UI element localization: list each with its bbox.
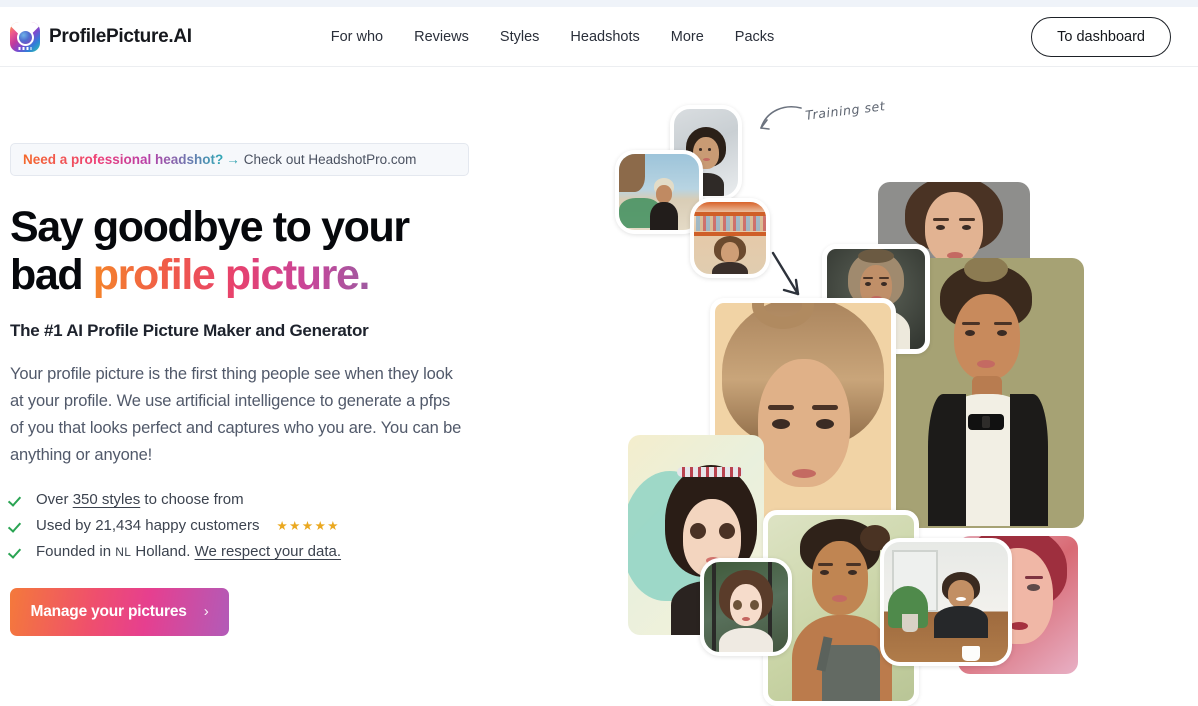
generated-photo-cafe bbox=[880, 538, 1012, 666]
bullet-1-pre: Over bbox=[36, 490, 73, 508]
nav-item-for-who[interactable]: For who bbox=[331, 29, 383, 45]
promo-banner-headline: Need a professional headshot? bbox=[23, 152, 224, 167]
site-header: ProfilePicture.AI For who Reviews Styles… bbox=[0, 7, 1198, 67]
list-item: Over 350 styles to choose from bbox=[10, 491, 480, 508]
privacy-link[interactable]: We respect your data. bbox=[195, 543, 341, 560]
bullet-3-text: Founded in NL Holland. We respect your d… bbox=[36, 543, 341, 560]
star-rating: ★★★★★ bbox=[276, 518, 340, 533]
brand-name: ProfilePicture.AI bbox=[49, 25, 192, 47]
manage-your-pictures-button[interactable]: Manage your pictures › bbox=[10, 587, 229, 636]
check-icon bbox=[10, 492, 25, 507]
headline-line-2-gradient: profile picture. bbox=[92, 251, 371, 300]
bullet-3-pre: Founded in bbox=[36, 542, 116, 560]
list-item: Founded in NL Holland. We respect your d… bbox=[10, 543, 480, 560]
camera-house-logo-icon bbox=[10, 21, 40, 52]
brand-logo[interactable]: ProfilePicture.AI bbox=[10, 21, 192, 52]
page-title: Say goodbye to your bad profile picture. bbox=[10, 203, 480, 299]
styles-link[interactable]: 350 styles bbox=[73, 491, 141, 508]
training-photo-store bbox=[690, 198, 770, 278]
promo-arrow-icon: → bbox=[226, 152, 240, 167]
country-code: NL bbox=[115, 544, 132, 559]
check-icon bbox=[10, 518, 25, 533]
nav-item-more[interactable]: More bbox=[671, 29, 704, 45]
nav-item-reviews[interactable]: Reviews bbox=[414, 29, 469, 45]
hero-body-copy: Your profile picture is the first thing … bbox=[10, 365, 462, 464]
promo-banner-link: Check out HeadshotPro.com bbox=[243, 152, 417, 167]
to-dashboard-button[interactable]: To dashboard bbox=[1031, 16, 1171, 57]
nav-item-headshots[interactable]: Headshots bbox=[570, 29, 639, 45]
list-item: Used by 21,434 happy customers ★★★★★ bbox=[10, 517, 480, 534]
nav-item-packs[interactable]: Packs bbox=[735, 29, 775, 45]
headline-line-1: Say goodbye to your bbox=[10, 203, 410, 251]
hero-left-column: Need a professional headshot? → Check ou… bbox=[10, 143, 480, 636]
logo-foot bbox=[18, 46, 32, 50]
generated-photo-anime bbox=[700, 558, 792, 656]
chevron-right-icon: › bbox=[203, 603, 209, 621]
hero-feature-list: Over 350 styles to choose from Used by 2… bbox=[10, 491, 480, 560]
check-icon bbox=[10, 544, 25, 559]
cta-label: Manage your pictures bbox=[30, 602, 187, 620]
headline-line-2-plain: bad bbox=[10, 251, 93, 300]
nav-item-styles[interactable]: Styles bbox=[500, 29, 540, 45]
promo-banner[interactable]: Need a professional headshot? → Check ou… bbox=[10, 143, 469, 176]
bullet-2-text: Used by 21,434 happy customers bbox=[36, 516, 260, 534]
hero-image-collage: Training set bbox=[600, 80, 1198, 706]
curved-arrow-icon bbox=[760, 106, 802, 130]
bullet-1-post: to choose from bbox=[140, 490, 244, 508]
main-nav: For who Reviews Styles Headshots More Pa… bbox=[331, 29, 775, 45]
page-top-strip bbox=[0, 0, 1198, 7]
down-arrow-icon bbox=[771, 251, 800, 296]
logo-lens bbox=[16, 29, 34, 46]
bullet-3-mid: Holland. bbox=[131, 542, 195, 560]
bullet-1-text: Over 350 styles to choose from bbox=[36, 491, 244, 508]
hero-subheading: The #1 AI Profile Picture Maker and Gene… bbox=[10, 321, 369, 341]
training-set-annotation: Training set bbox=[804, 98, 887, 123]
